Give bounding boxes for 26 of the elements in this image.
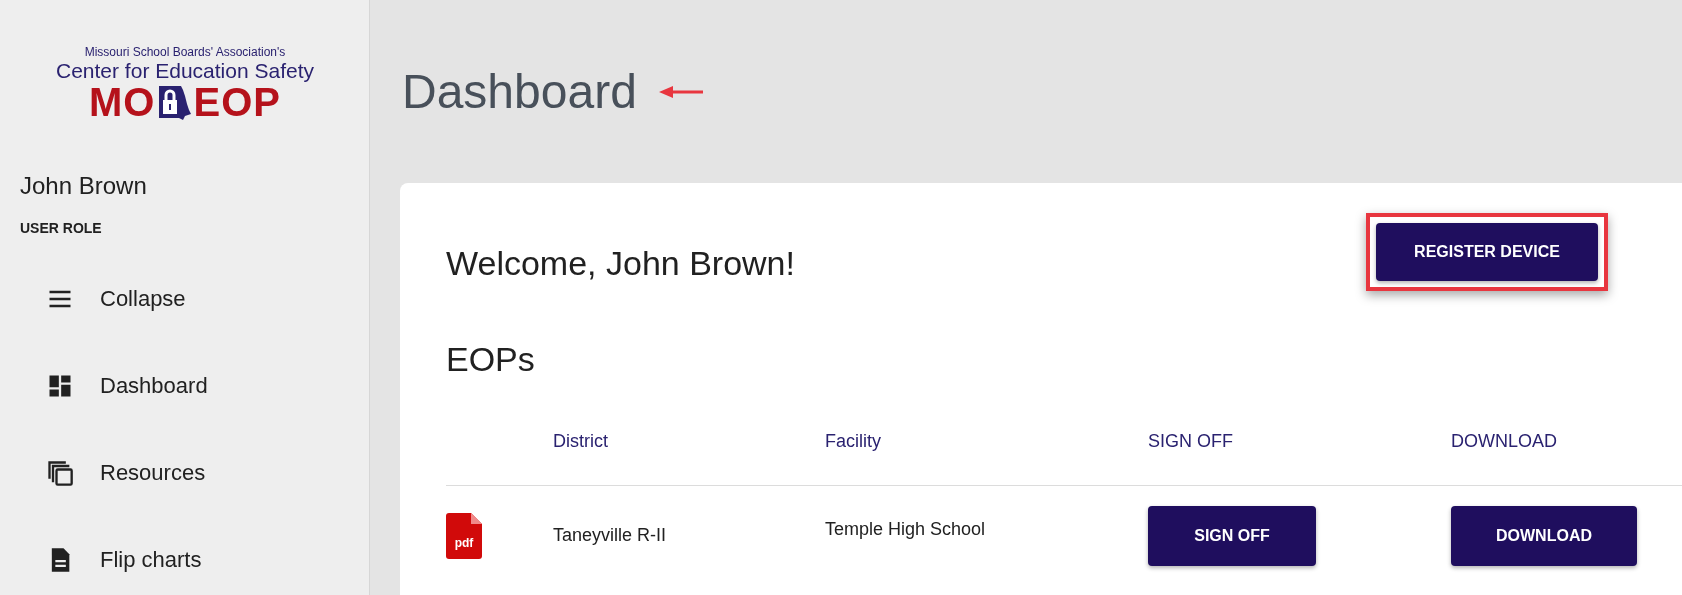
logo-subtitle: Center for Education Safety	[56, 59, 314, 83]
logo-tagline: Missouri School Boards' Association's	[84, 46, 286, 60]
download-button[interactable]: DOWNLOAD	[1451, 505, 1637, 566]
welcome-heading: Welcome, John Brown!	[446, 242, 795, 284]
user-role: USER ROLE	[20, 219, 103, 239]
column-header: District	[553, 430, 608, 451]
table-cell: Taneyville R-II	[553, 525, 667, 546]
sidebar-item[interactable]: Flip charts	[20, 516, 202, 595]
column-header: DOWNLOAD	[1451, 430, 1557, 451]
logo-text: EOP	[193, 82, 281, 123]
copies-icon	[46, 458, 74, 487]
sidebar-item[interactable]: Resources	[20, 429, 206, 517]
table-cell: Temple High School	[825, 519, 986, 540]
user-name: John Brown	[20, 171, 148, 202]
state-lock-icon	[157, 84, 192, 121]
sidebar-item[interactable]: Collapse	[20, 255, 186, 343]
sign-off-button[interactable]: SIGN OFF	[1148, 505, 1316, 566]
logo-text: MO	[89, 82, 156, 123]
arrow-icon	[658, 85, 705, 98]
section-title: EOPs	[446, 339, 536, 380]
register-device-button[interactable]: REGISTER DEVICE	[1376, 223, 1598, 281]
sidebar-item[interactable]: Dashboard	[20, 342, 208, 430]
file-type-icon: pdf	[446, 512, 482, 559]
page-title: Dashboard	[402, 63, 637, 120]
column-header: SIGN OFF	[1148, 430, 1233, 451]
column-header: Facility	[825, 430, 881, 451]
